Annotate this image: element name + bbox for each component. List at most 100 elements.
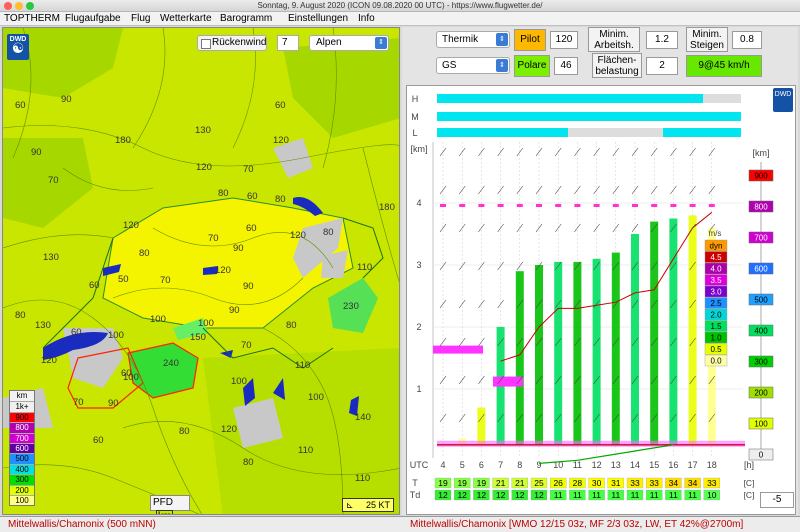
offset-stepper[interactable]: -5 bbox=[760, 492, 794, 508]
right-scale-label: 700 bbox=[754, 234, 768, 243]
thermal-bar bbox=[477, 407, 486, 445]
map-value-label: 60 bbox=[71, 327, 82, 338]
thermal-bar bbox=[650, 221, 659, 445]
inner-legend-label: 0.5 bbox=[710, 345, 722, 354]
td-cell: 11 bbox=[554, 490, 563, 500]
right-scale-label: 500 bbox=[754, 296, 768, 305]
menu-toptherm[interactable]: TOPTHERM bbox=[4, 12, 60, 26]
map-value-label: 120 bbox=[273, 135, 289, 146]
t-cell: 30 bbox=[592, 478, 602, 488]
map-value-label: 70 bbox=[241, 340, 252, 351]
level-marker bbox=[574, 204, 581, 207]
menu-flugaufgabe[interactable]: Flugaufgabe bbox=[65, 12, 121, 26]
t-row-label: T bbox=[412, 478, 418, 488]
map-value-label: 80 bbox=[286, 320, 297, 331]
rueckenwind-label: Rückenwind bbox=[212, 37, 267, 48]
right-scale-label: 800 bbox=[754, 203, 768, 212]
map-value-label: 70 bbox=[208, 233, 219, 244]
thermal-bar bbox=[592, 258, 601, 445]
cloud-bar-gap bbox=[703, 94, 741, 103]
polare-value[interactable]: 46 bbox=[554, 57, 578, 75]
td-cell: 11 bbox=[573, 490, 582, 500]
pfd-toggle[interactable]: PFD km bbox=[150, 495, 190, 514]
td-cell: 12 bbox=[457, 490, 467, 500]
x-tick-label: 5 bbox=[460, 460, 465, 470]
thermal-top-line bbox=[500, 211, 713, 362]
map-value-label: 60 bbox=[89, 280, 100, 291]
map-value-label: 70 bbox=[48, 175, 59, 186]
map-value-label: 60 bbox=[247, 191, 258, 202]
rueckenwind-checkbox[interactable]: Rückenwind bbox=[197, 35, 267, 51]
map-value-label: 80 bbox=[218, 188, 229, 199]
flaechen-label: Flächen- belastung bbox=[595, 55, 639, 77]
speed-result: 9@45 km/h bbox=[686, 55, 762, 77]
td-cell: 12 bbox=[515, 490, 525, 500]
level-marker bbox=[516, 204, 523, 207]
level-marker bbox=[536, 204, 542, 207]
menu-wetterkarte[interactable]: Wetterkarte bbox=[160, 12, 212, 26]
map-value-label: 60 bbox=[15, 100, 26, 111]
map-value-label: 240 bbox=[163, 358, 179, 369]
maximize-icon[interactable] bbox=[26, 2, 34, 10]
meteogram[interactable]: H M L [km] 4 3 2 1 4 5 6 7 8 9 10 11 12 13 14 15 16 17 18 UTC [h… bbox=[406, 85, 796, 515]
min-arbeitsh-button[interactable]: Minim. Arbeitsh. bbox=[588, 27, 640, 52]
t-cell: 25 bbox=[534, 478, 544, 488]
pilot-value[interactable]: 120 bbox=[550, 31, 578, 49]
level-marker bbox=[670, 204, 677, 207]
altitude-legend-item: 500 bbox=[10, 453, 34, 464]
wind-arrow-icon: ⊾ bbox=[346, 500, 354, 510]
pfd-unit[interactable]: km bbox=[156, 510, 174, 514]
t-cell: 19 bbox=[477, 478, 487, 488]
y-tick-label: 2 bbox=[416, 322, 421, 332]
level-marker bbox=[555, 204, 562, 207]
menu-einstellungen[interactable]: Einstellungen bbox=[288, 12, 348, 26]
weather-map[interactable]: DWD ☯ Rückenwind 7 Alpen ⇕ 60 90 90 180 70 130 1… bbox=[2, 27, 400, 515]
level-marker bbox=[459, 204, 466, 207]
map-value-label: 180 bbox=[115, 135, 131, 146]
map-value-label: 70 bbox=[160, 275, 171, 286]
level-marker bbox=[651, 204, 658, 207]
minimize-icon[interactable] bbox=[15, 2, 23, 10]
inner-legend-label: dyn bbox=[710, 242, 723, 251]
menu-flug[interactable]: Flug bbox=[131, 12, 150, 26]
level-marker bbox=[612, 204, 619, 207]
close-icon[interactable] bbox=[4, 2, 12, 10]
window-title: Sonntag, 9. August 2020 (ICON 09.08.2020… bbox=[257, 1, 543, 10]
map-value-label: 110 bbox=[295, 360, 311, 371]
level-marker bbox=[632, 204, 638, 207]
dwd-logo: DWD ☯ bbox=[7, 34, 29, 60]
cloud-row-label: H bbox=[412, 94, 419, 104]
t-cell: 34 bbox=[688, 478, 698, 488]
right-scale-label: 900 bbox=[754, 172, 768, 181]
level-marker bbox=[593, 204, 600, 207]
polare-button[interactable]: Polare bbox=[514, 55, 550, 77]
flaechen-button[interactable]: Flächen- belastung bbox=[592, 53, 642, 78]
td-row-label: Td bbox=[410, 490, 421, 500]
flaechen-value[interactable]: 2 bbox=[646, 57, 678, 75]
mode-select[interactable]: Thermik ⇕ bbox=[436, 31, 510, 48]
menu-info[interactable]: Info bbox=[358, 12, 375, 26]
map-value-label: 100 bbox=[150, 314, 166, 325]
region-select[interactable]: Alpen ⇕ bbox=[309, 35, 389, 51]
min-steigen-button[interactable]: Minim. Steigen bbox=[686, 27, 728, 52]
inner-legend-label: 0.0 bbox=[710, 357, 722, 366]
wind-scale: ⊾ 25 KT bbox=[342, 498, 394, 512]
map-value-label: 90 bbox=[31, 147, 42, 158]
right-scale-label: 300 bbox=[754, 358, 768, 367]
map-value-label: 100 bbox=[308, 392, 324, 403]
glider-select[interactable]: GS ⇕ bbox=[436, 57, 510, 74]
min-arbeitsh-value[interactable]: 1.2 bbox=[646, 31, 678, 49]
hour-stepper[interactable]: 7 bbox=[277, 35, 299, 51]
t-cell: 31 bbox=[611, 478, 621, 488]
level-marker bbox=[497, 204, 504, 207]
x-tick-label: 8 bbox=[517, 460, 522, 470]
menu-barogramm[interactable]: Barogramm bbox=[220, 12, 272, 26]
hour-stepper-value: 7 bbox=[282, 37, 288, 48]
t-cell: 19 bbox=[438, 478, 448, 488]
ground-layer bbox=[437, 440, 745, 447]
pilot-button[interactable]: Pilot bbox=[514, 29, 546, 51]
right-scale-label: 200 bbox=[754, 389, 768, 398]
t-cell: 21 bbox=[515, 478, 525, 488]
altitude-legend-item: 1k+ bbox=[10, 401, 34, 412]
min-steigen-value[interactable]: 0.8 bbox=[732, 31, 762, 49]
